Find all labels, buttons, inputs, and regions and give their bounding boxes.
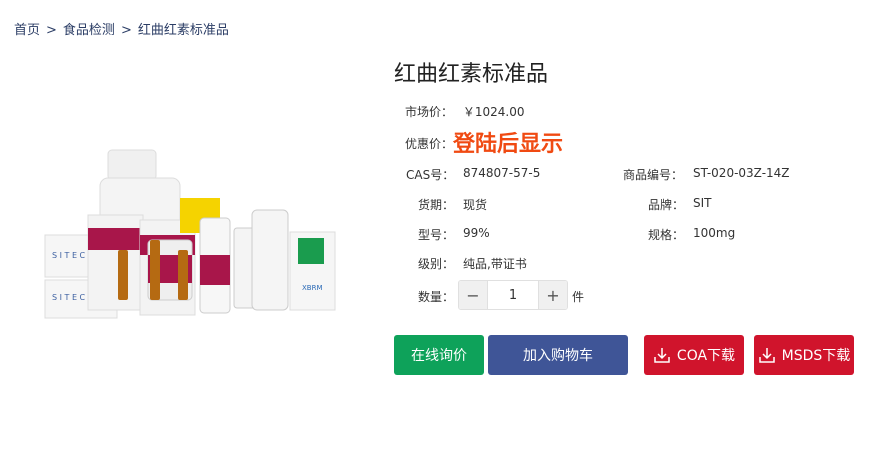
grade-value: 纯品,带证书 (463, 257, 527, 271)
breadcrumb-current[interactable]: 红曲红素标准品 (138, 23, 229, 38)
delivery-value: 现货 (463, 198, 488, 212)
grade-label: 级别： (418, 257, 455, 271)
market-price-label: 市场价： (405, 105, 454, 119)
brand-value: SIT (693, 196, 712, 210)
msds-download-button[interactable]: MSDS下载 (754, 335, 854, 375)
coa-download-button[interactable]: COA下载 (644, 335, 744, 375)
msds-download-label: MSDS下载 (781, 348, 851, 364)
cas-row: CAS号： (406, 166, 454, 183)
cas-label: CAS号： (406, 168, 455, 182)
qty-decrease-button[interactable]: − (459, 281, 487, 309)
code-value: ST-020-03Z-14Z (693, 166, 790, 180)
brand-label: 品牌： (648, 198, 685, 212)
delivery-label: 货期： (418, 198, 455, 212)
breadcrumb-separator: > (46, 23, 57, 38)
inquiry-button-label: 在线询价 (411, 348, 467, 364)
spec-label: 规格： (648, 228, 685, 242)
add-to-cart-label: 加入购物车 (523, 348, 593, 364)
cas-value: 874807-57-5 (463, 166, 541, 180)
quantity-stepper: − + (458, 280, 568, 310)
promo-price-label: 优惠价： (405, 137, 454, 151)
model-label: 型号： (418, 228, 455, 242)
breadcrumb-separator: > (120, 23, 132, 38)
breadcrumb-category[interactable]: 食品检测 (63, 23, 115, 38)
inquiry-button[interactable]: 在线询价 (394, 335, 484, 375)
download-icon (758, 348, 775, 363)
model-value: 99% (463, 226, 490, 240)
product-image: S I T E C S I T E C XBRM (44, 149, 336, 319)
coa-download-label: COA下载 (676, 348, 736, 364)
svg-text:S I T E C: S I T E C (52, 293, 86, 302)
code-label: 商品编号： (623, 168, 684, 182)
market-price: ￥1024.00 (462, 105, 525, 119)
promo-price: 登陆后显示 (453, 132, 564, 157)
add-to-cart-button[interactable]: 加入购物车 (488, 335, 628, 375)
market-price-row: 市场价： ￥1024.00 (405, 103, 524, 120)
download-icon (654, 348, 670, 363)
breadcrumb: 首页 > 食品检测 > 红曲红素标准品 (14, 19, 229, 38)
spec-value: 100mg (693, 226, 736, 240)
svg-text:S I T E C: S I T E C (52, 251, 86, 260)
breadcrumb-home[interactable]: 首页 (14, 23, 40, 38)
product-title: 红曲红素标准品 (394, 62, 549, 87)
qty-label: 数量： (418, 290, 455, 304)
qty-input[interactable] (487, 281, 539, 309)
svg-text:XBRM: XBRM (302, 284, 323, 292)
qty-unit: 件 (572, 290, 585, 304)
qty-increase-button[interactable]: + (539, 281, 567, 309)
